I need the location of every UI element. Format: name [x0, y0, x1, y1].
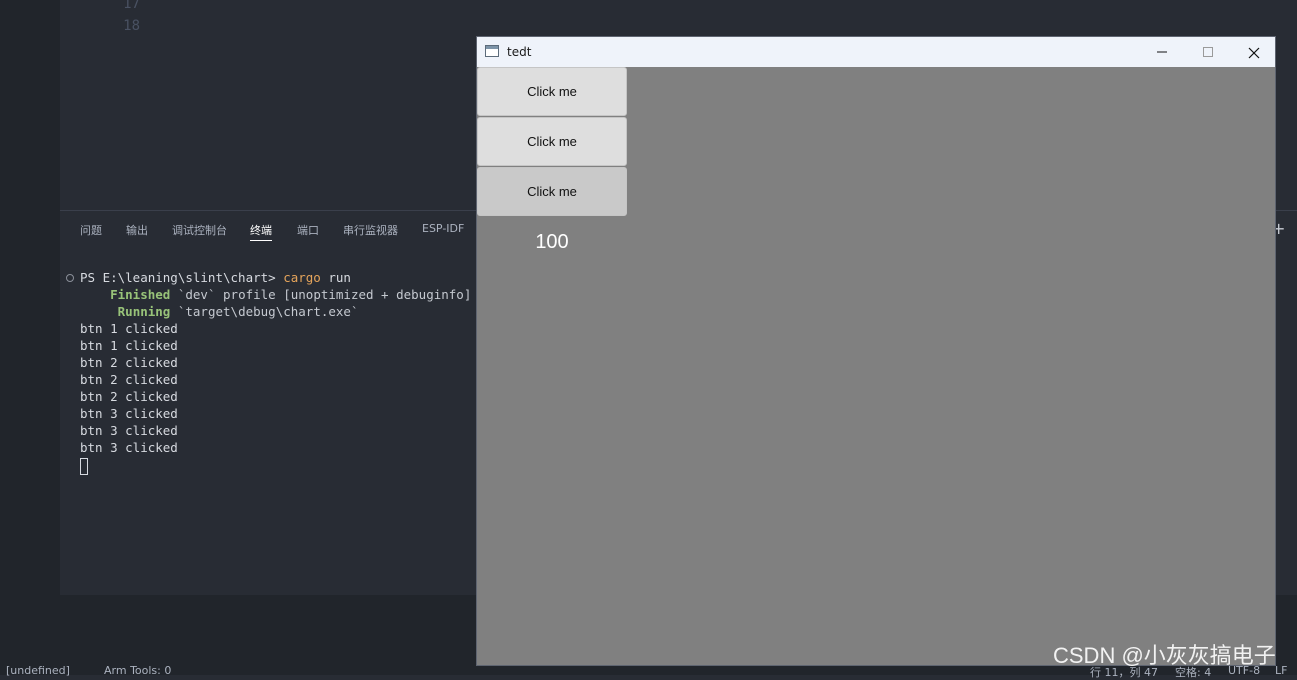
command-status-icon — [66, 274, 74, 282]
terminal-output-line: btn 3 clicked — [80, 423, 178, 438]
running-label: Running — [117, 304, 171, 319]
terminal-finished-line: Finished `dev` profile [unoptimized + de… — [80, 286, 509, 303]
status-arm-tools[interactable]: Arm Tools: 0 — [104, 664, 171, 677]
tab-output[interactable]: 输出 — [126, 222, 148, 238]
terminal-running-line: Running `target\debug\chart.exe` — [80, 303, 359, 320]
terminal-output-line: btn 2 clicked — [80, 389, 178, 404]
click-me-button-1[interactable]: Click me — [477, 67, 627, 116]
window-titlebar[interactable]: tedt — [477, 37, 1275, 67]
finished-label: Finished — [110, 287, 171, 302]
minimize-icon — [1157, 51, 1167, 53]
command-name: cargo — [283, 270, 321, 285]
terminal-output-line: btn 1 clicked — [80, 321, 178, 336]
app-window: tedt Click me Click me Click me 100 — [476, 36, 1276, 666]
terminal-output-line: btn 1 clicked — [80, 338, 178, 353]
terminal-cursor — [80, 458, 88, 475]
tab-terminal[interactable]: 终端 — [250, 222, 272, 241]
close-button[interactable] — [1231, 37, 1277, 67]
click-me-button-3[interactable]: Click me — [477, 167, 627, 216]
tab-problems[interactable]: 问题 — [80, 222, 102, 238]
status-line-ending[interactable]: LF — [1275, 664, 1287, 677]
status-undefined[interactable]: [undefined] — [6, 664, 70, 677]
watermark: CSDN @小灰灰搞电子 — [1053, 643, 1276, 668]
terminal-output-line: btn 2 clicked — [80, 372, 178, 387]
command-arg: run — [328, 270, 351, 285]
click-me-button-2[interactable]: Click me — [477, 117, 627, 166]
terminal-output-line: btn 2 clicked — [80, 355, 178, 370]
maximize-button[interactable] — [1185, 37, 1231, 67]
window-title: tedt — [507, 45, 532, 59]
tab-esp-idf[interactable]: ESP-IDF — [422, 222, 464, 235]
line-number: 17 — [123, 0, 140, 12]
terminal-output-line: btn 3 clicked — [80, 440, 178, 455]
tab-debug-console[interactable]: 调试控制台 — [172, 222, 227, 238]
tab-ports[interactable]: 端口 — [297, 222, 319, 238]
tab-serial-monitor[interactable]: 串行监视器 — [343, 222, 398, 238]
maximize-icon — [1203, 47, 1213, 57]
line-number: 18 — [123, 18, 140, 34]
terminal-prompt-line: PS E:\leaning\slint\chart> cargo run — [80, 269, 351, 286]
terminal-output-line: btn 3 clicked — [80, 406, 178, 421]
minimize-button[interactable] — [1139, 37, 1185, 67]
counter-value: 100 — [535, 231, 569, 253]
close-icon — [1248, 47, 1260, 58]
prompt-path: PS E:\leaning\slint\chart> — [80, 270, 276, 285]
running-text: `target\debug\chart.exe` — [177, 304, 359, 319]
activity-bar — [0, 0, 60, 595]
finished-text: `dev` profile [unoptimized + debuginfo] … — [177, 287, 509, 302]
app-window-icon — [485, 45, 499, 57]
